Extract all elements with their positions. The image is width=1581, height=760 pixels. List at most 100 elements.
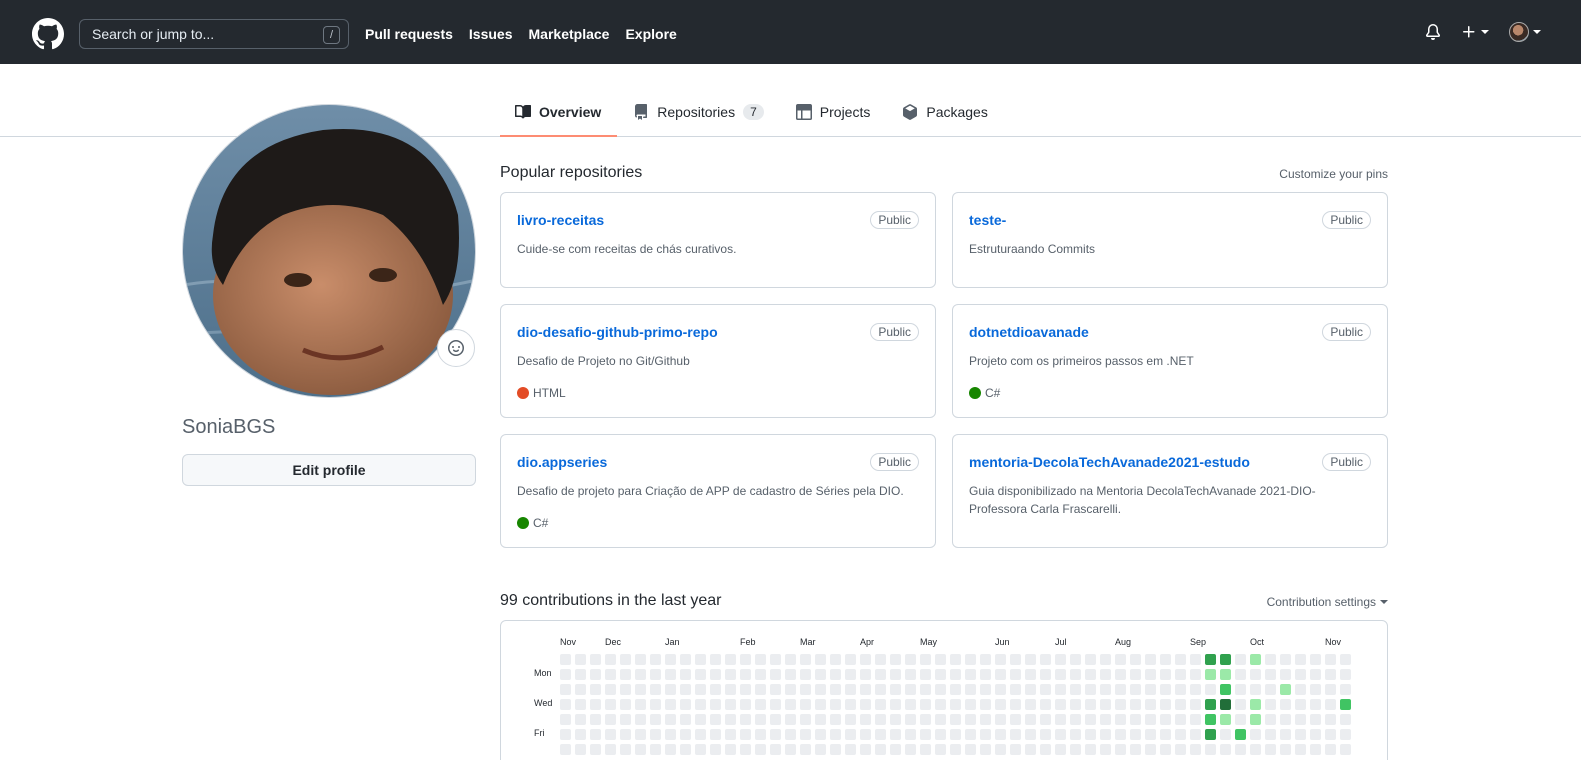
contribution-day[interactable] xyxy=(1010,744,1021,755)
contribution-day[interactable] xyxy=(995,729,1006,740)
contribution-day[interactable] xyxy=(875,714,886,725)
contribution-day[interactable] xyxy=(1010,654,1021,665)
contribution-day[interactable] xyxy=(1115,744,1126,755)
contribution-day[interactable] xyxy=(935,684,946,695)
contribution-day[interactable] xyxy=(605,654,616,665)
contribution-day[interactable] xyxy=(1190,684,1201,695)
contribution-day[interactable] xyxy=(1220,654,1231,665)
contribution-day[interactable] xyxy=(590,654,601,665)
contribution-day[interactable] xyxy=(635,684,646,695)
contribution-day[interactable] xyxy=(845,729,856,740)
contribution-day[interactable] xyxy=(1130,714,1141,725)
contribution-day[interactable] xyxy=(1115,669,1126,680)
contribution-day[interactable] xyxy=(845,714,856,725)
contribution-day[interactable] xyxy=(590,729,601,740)
contribution-day[interactable] xyxy=(995,654,1006,665)
contribution-day[interactable] xyxy=(605,744,616,755)
contribution-day[interactable] xyxy=(785,684,796,695)
contribution-day[interactable] xyxy=(1250,699,1261,710)
tab-overview[interactable]: Overview xyxy=(500,88,618,137)
contribution-day[interactable] xyxy=(965,654,976,665)
contribution-day[interactable] xyxy=(1160,654,1171,665)
contribution-day[interactable] xyxy=(1160,684,1171,695)
contribution-day[interactable] xyxy=(1145,654,1156,665)
contribution-day[interactable] xyxy=(1205,699,1216,710)
contribution-day[interactable] xyxy=(1085,684,1096,695)
customize-pins-link[interactable]: Customize your pins xyxy=(1279,167,1388,181)
contribution-day[interactable] xyxy=(860,684,871,695)
set-status-button[interactable] xyxy=(437,329,475,367)
tab-packages[interactable]: Packages xyxy=(886,88,1003,136)
contribution-day[interactable] xyxy=(1250,684,1261,695)
contribution-day[interactable] xyxy=(1130,654,1141,665)
contribution-day[interactable] xyxy=(1280,744,1291,755)
contribution-day[interactable] xyxy=(1040,654,1051,665)
contribution-day[interactable] xyxy=(575,729,586,740)
repo-link[interactable]: dio.appseries xyxy=(517,454,607,470)
contribution-day[interactable] xyxy=(635,729,646,740)
contribution-day[interactable] xyxy=(605,684,616,695)
nav-pull-requests[interactable]: Pull requests xyxy=(365,26,453,42)
contribution-day[interactable] xyxy=(1010,669,1021,680)
contribution-day[interactable] xyxy=(1310,714,1321,725)
contribution-day[interactable] xyxy=(905,684,916,695)
contribution-day[interactable] xyxy=(560,654,571,665)
contribution-day[interactable] xyxy=(755,654,766,665)
contribution-day[interactable] xyxy=(1220,714,1231,725)
contribution-day[interactable] xyxy=(620,744,631,755)
contribution-day[interactable] xyxy=(560,669,571,680)
contribution-day[interactable] xyxy=(830,714,841,725)
contribution-day[interactable] xyxy=(920,729,931,740)
contribution-day[interactable] xyxy=(890,729,901,740)
contribution-day[interactable] xyxy=(1055,654,1066,665)
contribution-day[interactable] xyxy=(1280,729,1291,740)
contribution-day[interactable] xyxy=(815,744,826,755)
contribution-day[interactable] xyxy=(890,654,901,665)
contribution-day[interactable] xyxy=(1280,669,1291,680)
contribution-day[interactable] xyxy=(1040,699,1051,710)
contribution-day[interactable] xyxy=(560,684,571,695)
contribution-day[interactable] xyxy=(1115,714,1126,725)
contribution-day[interactable] xyxy=(680,699,691,710)
contribution-day[interactable] xyxy=(1340,684,1351,695)
contribution-day[interactable] xyxy=(1130,744,1141,755)
contribution-day[interactable] xyxy=(725,699,736,710)
contribution-day[interactable] xyxy=(1220,699,1231,710)
contribution-day[interactable] xyxy=(965,714,976,725)
tab-projects[interactable]: Projects xyxy=(780,88,887,136)
contribution-day[interactable] xyxy=(1325,684,1336,695)
contribution-day[interactable] xyxy=(950,714,961,725)
contribution-day[interactable] xyxy=(1160,729,1171,740)
contribution-day[interactable] xyxy=(905,699,916,710)
contribution-day[interactable] xyxy=(1190,714,1201,725)
contribution-day[interactable] xyxy=(905,744,916,755)
contribution-day[interactable] xyxy=(995,714,1006,725)
contribution-day[interactable] xyxy=(1235,654,1246,665)
contribution-day[interactable] xyxy=(1235,744,1246,755)
nav-marketplace[interactable]: Marketplace xyxy=(529,26,610,42)
contribution-day[interactable] xyxy=(815,654,826,665)
contribution-day[interactable] xyxy=(755,669,766,680)
contribution-day[interactable] xyxy=(920,684,931,695)
contribution-day[interactable] xyxy=(1160,744,1171,755)
contribution-day[interactable] xyxy=(920,744,931,755)
contribution-day[interactable] xyxy=(1220,744,1231,755)
contribution-day[interactable] xyxy=(785,744,796,755)
contribution-day[interactable] xyxy=(830,699,841,710)
contribution-day[interactable] xyxy=(680,714,691,725)
contribution-day[interactable] xyxy=(635,654,646,665)
contribution-day[interactable] xyxy=(845,744,856,755)
contribution-day[interactable] xyxy=(665,729,676,740)
contribution-day[interactable] xyxy=(920,699,931,710)
contribution-day[interactable] xyxy=(1040,744,1051,755)
contribution-day[interactable] xyxy=(905,729,916,740)
contribution-day[interactable] xyxy=(770,729,781,740)
contribution-day[interactable] xyxy=(710,654,721,665)
contribution-day[interactable] xyxy=(575,654,586,665)
contribution-day[interactable] xyxy=(620,684,631,695)
contribution-day[interactable] xyxy=(1190,729,1201,740)
contribution-day[interactable] xyxy=(1055,684,1066,695)
contribution-day[interactable] xyxy=(725,714,736,725)
contribution-day[interactable] xyxy=(1160,699,1171,710)
contribution-day[interactable] xyxy=(830,684,841,695)
